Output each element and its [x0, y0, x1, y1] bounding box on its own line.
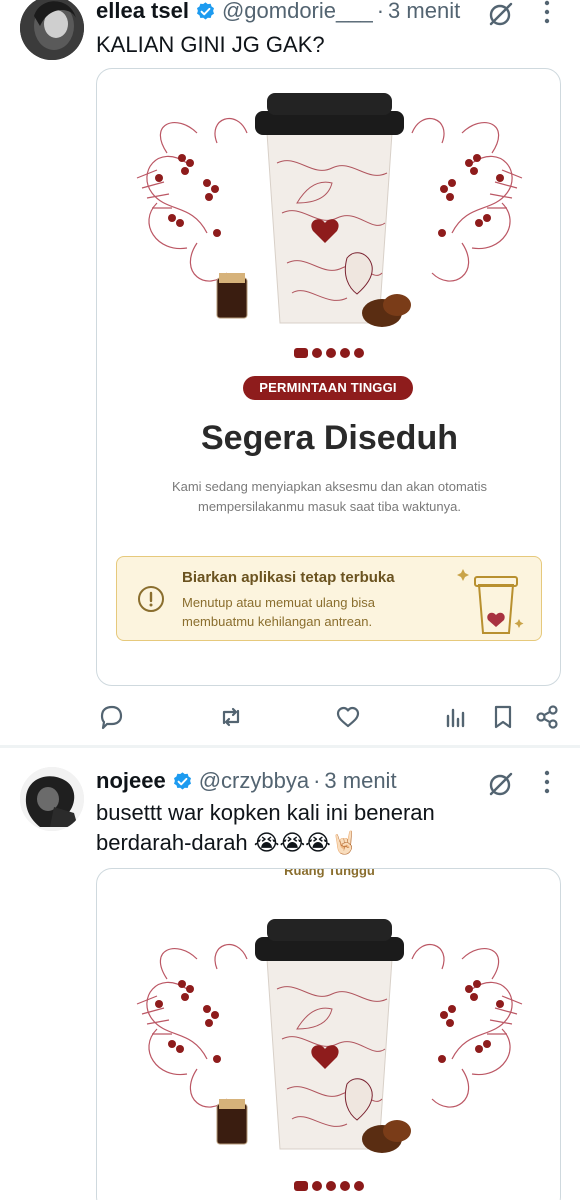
bookmark-icon[interactable] [488, 702, 518, 732]
verified-badge-icon [173, 771, 191, 789]
notice-line: membuatmu kehilangan antrean. [182, 614, 373, 629]
coffee-cup-illustration [97, 909, 561, 1159]
separator: · [313, 768, 321, 793]
share-icon[interactable] [532, 702, 562, 732]
more-icon[interactable] [543, 770, 551, 794]
grok-icon[interactable] [487, 0, 515, 28]
status-badge: PERMINTAAN TINGGI [243, 376, 413, 400]
handle[interactable]: @gomdorie___ [222, 0, 373, 24]
display-name[interactable]: nojeee [96, 768, 166, 794]
timestamp[interactable]: 3 menit [388, 0, 460, 24]
views-icon[interactable] [441, 702, 471, 732]
coffee-cup-illustration [97, 83, 561, 333]
more-icon[interactable] [543, 0, 551, 24]
notice-body: Menutup atau memuat ulang bisa membuatmu… [182, 593, 422, 631]
like-icon[interactable] [333, 702, 363, 732]
handle[interactable]: @crzybbya [199, 768, 309, 794]
separator: · [376, 0, 385, 23]
media-card[interactable]: PERMINTAAN TINGGI Segera Diseduh Kami se… [96, 68, 561, 686]
verified-badge-icon [196, 1, 214, 19]
avatar[interactable] [20, 767, 84, 831]
retweet-icon[interactable] [216, 702, 246, 732]
card-title: Segera Diseduh [201, 419, 458, 457]
tweet-text-line: busettt war kopken kali ini beneran [96, 800, 435, 825]
grok-icon[interactable] [487, 770, 515, 798]
avatar[interactable] [20, 0, 84, 60]
tweet-header: ellea tsel @gomdorie___ · 3 menit [96, 0, 460, 24]
description-line: mempersilakanmu masuk saat tiba waktunya… [197, 499, 461, 514]
loading-dots [294, 1181, 364, 1191]
notice-line: Menutup atau memuat ulang bisa [182, 595, 375, 610]
timestamp[interactable]: 3 menit [324, 768, 396, 794]
tweet-header: nojeee @crzybbya · 3 menit [96, 768, 397, 794]
loading-dots [294, 348, 364, 358]
card-description: Kami sedang menyiapkan aksesmu dan akan … [127, 477, 532, 517]
media-card[interactable]: Ruang Tunggu [96, 868, 561, 1200]
reply-icon[interactable] [96, 702, 126, 732]
notice-box: Biarkan aplikasi tetap terbuka Menutup a… [116, 556, 542, 641]
tweet-text: busettt war kopken kali ini beneran berd… [96, 798, 435, 858]
description-line: Kami sedang menyiapkan aksesmu dan akan … [171, 479, 488, 494]
card-top-label: Ruang Tunggu [284, 868, 375, 878]
cup-icon [457, 569, 524, 634]
tweet-actions [96, 702, 566, 732]
notice-title: Biarkan aplikasi tetap terbuka [182, 569, 395, 586]
display-name[interactable]: ellea tsel [96, 0, 189, 24]
tweet-text-line: berdarah-darah 😭😭😭🤘🏻 [96, 830, 359, 855]
alert-icon [138, 586, 164, 612]
tweet-text: KALIAN GINI JG GAK? [96, 32, 325, 57]
